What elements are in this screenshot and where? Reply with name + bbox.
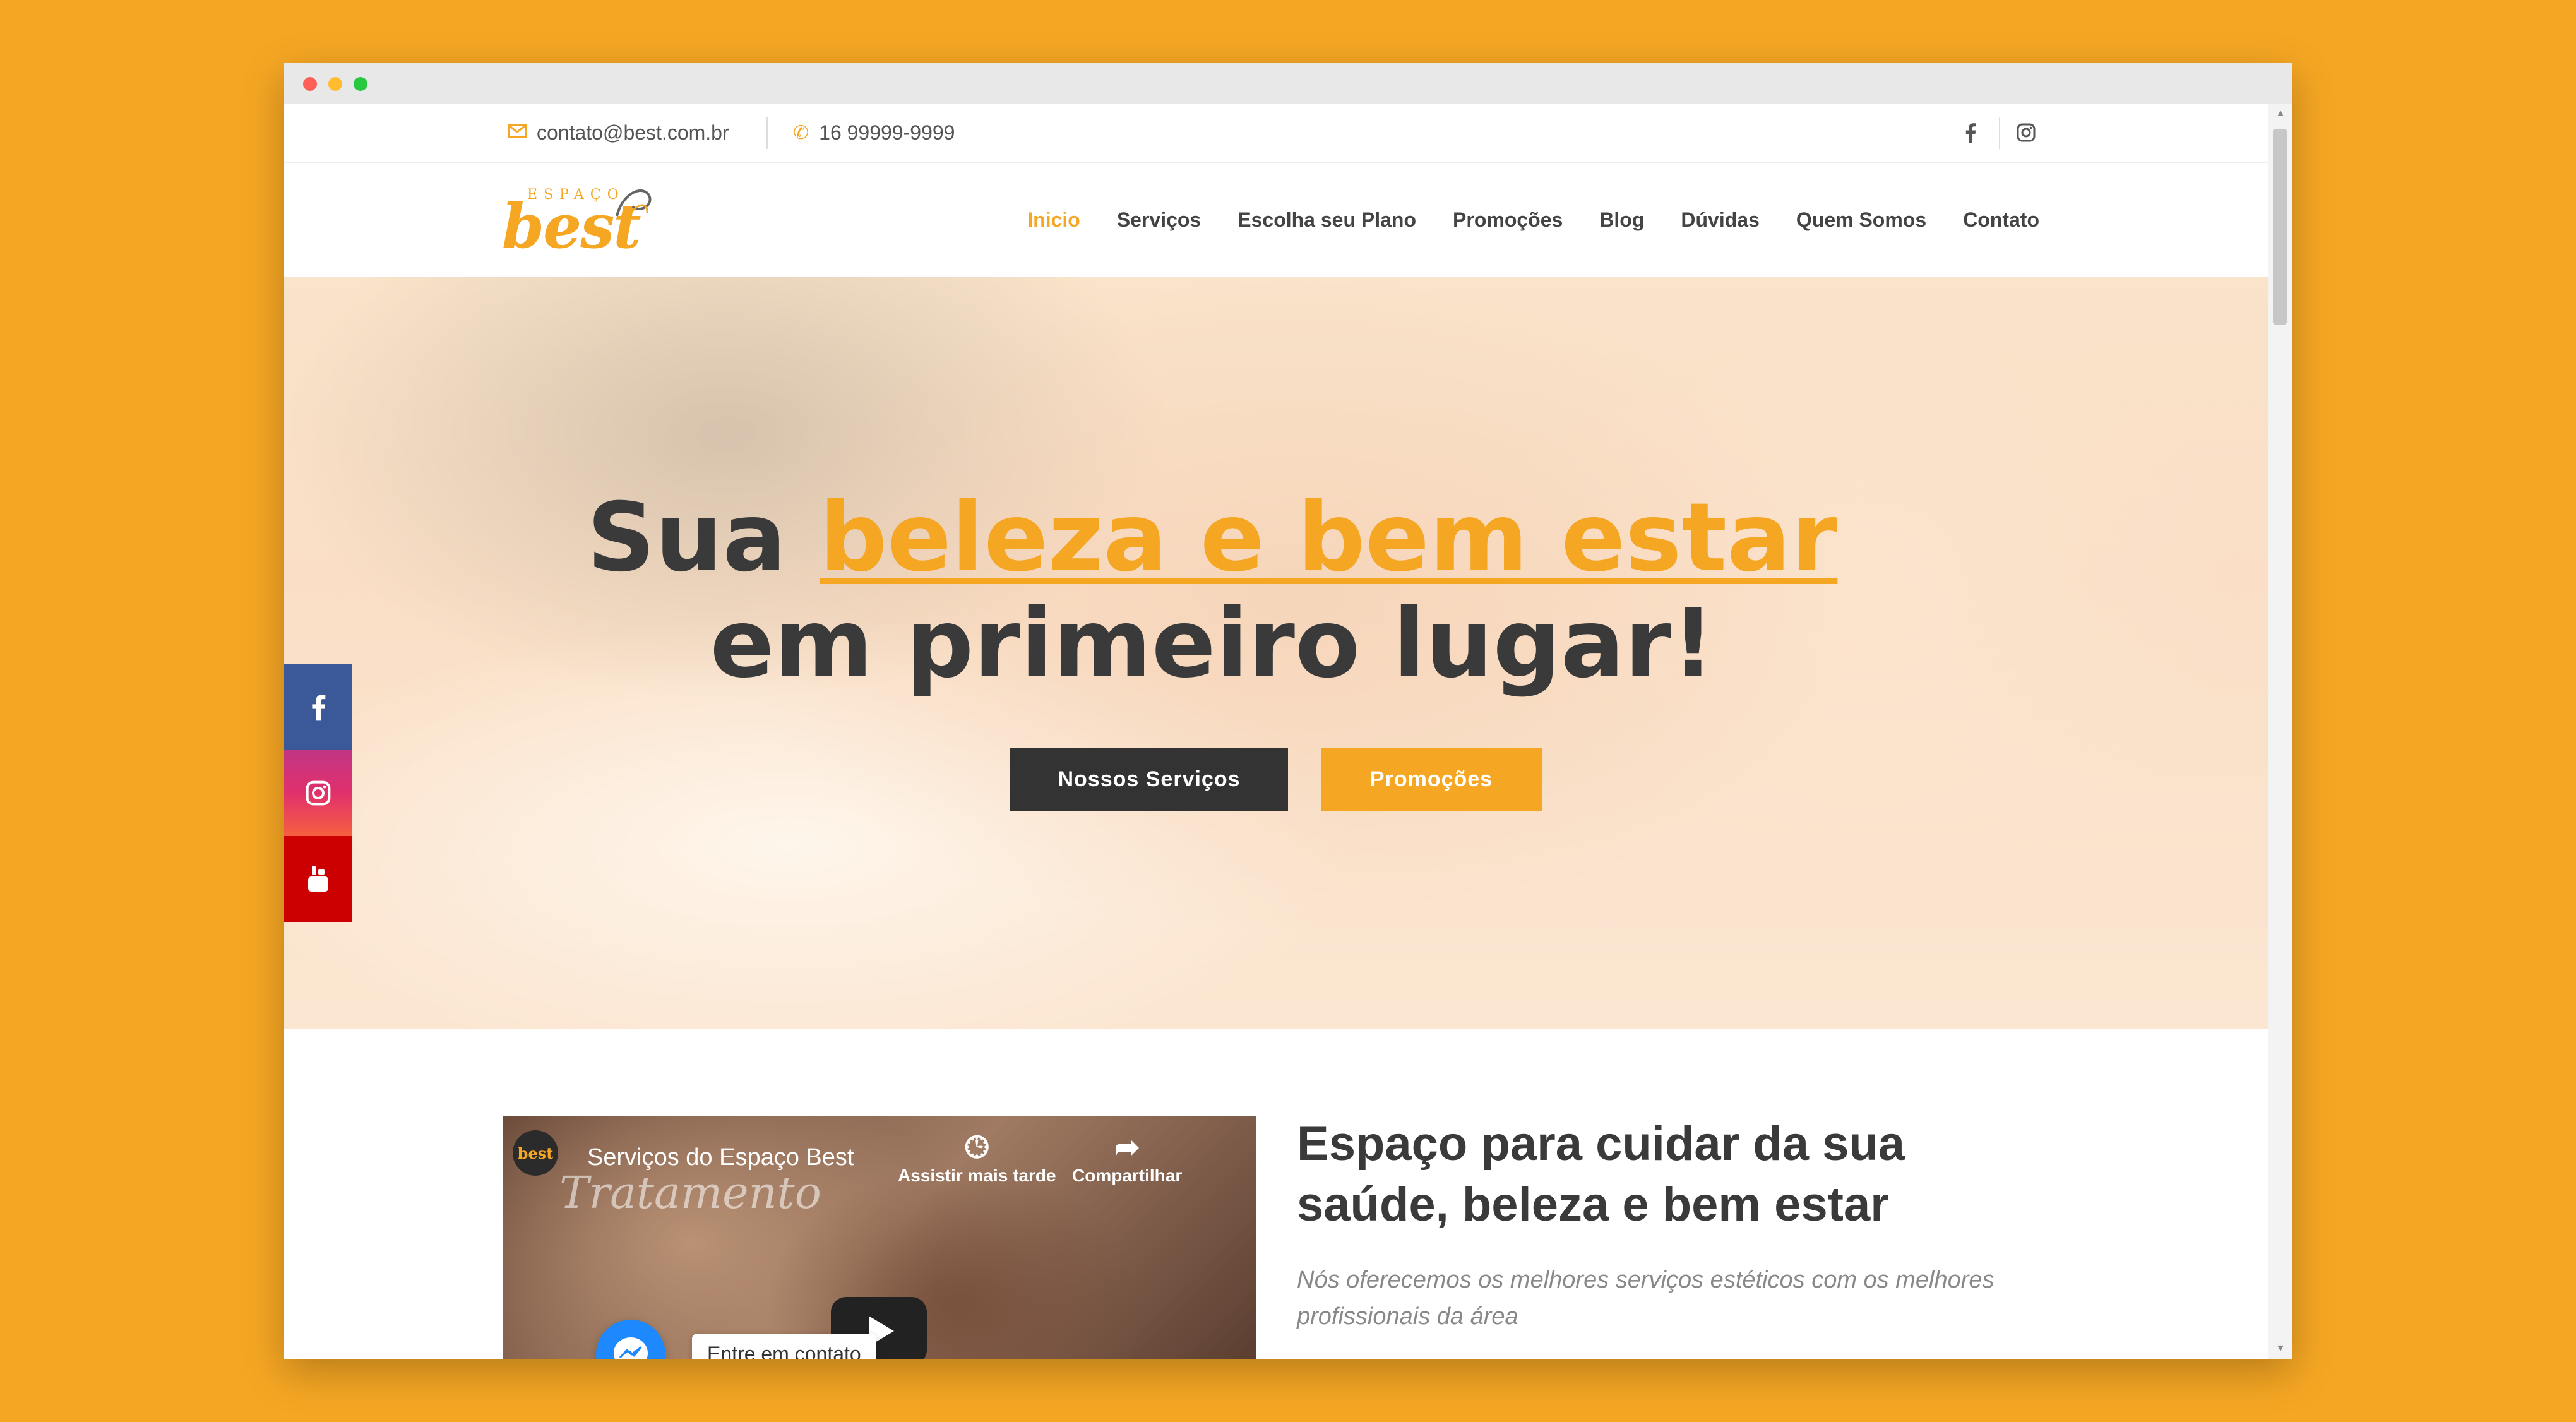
minimize-window-dot[interactable] — [328, 77, 342, 91]
scroll-down-arrow-icon[interactable]: ▼ — [2275, 1344, 2286, 1354]
close-window-dot[interactable] — [303, 77, 317, 91]
phone-text: 16 99999-9999 — [819, 121, 955, 144]
nav-item-inicio[interactable]: Inicio — [1027, 208, 1080, 232]
side-youtube-icon[interactable] — [284, 836, 352, 922]
maximize-window-dot[interactable] — [354, 77, 367, 91]
nav-item-blog[interactable]: Blog — [1599, 208, 1644, 232]
nav-item-servicos[interactable]: Serviços — [1117, 208, 1201, 232]
nav-item-escolha-plano[interactable]: Escolha seu Plano — [1237, 208, 1416, 232]
email-text: contato@best.com.br — [537, 121, 729, 144]
browser-title-bar — [284, 63, 2292, 104]
watch-later-control[interactable]: 🕒︎ Assistir mais tarde — [898, 1130, 1056, 1186]
about-title: Espaço para cuidar da sua saúde, beleza … — [1297, 1117, 1905, 1231]
hero-headline-accent: beleza e bem estar — [819, 483, 1838, 593]
services-button[interactable]: Nossos Serviços — [1010, 748, 1288, 811]
share-control[interactable]: ➦ Compartilhar — [1072, 1130, 1182, 1186]
side-facebook-icon[interactable] — [284, 664, 352, 750]
share-label: Compartilhar — [1072, 1166, 1183, 1185]
phone-icon: ✆ — [793, 122, 809, 143]
main-nav: Inicio Serviços Escolha seu Plano Promoç… — [1027, 163, 2039, 277]
nav-item-contato[interactable]: Contato — [1963, 208, 2039, 232]
instagram-icon[interactable] — [2017, 104, 2036, 162]
hero-banner: Sua beleza e bem estar em primeiro lugar… — [284, 277, 2268, 1029]
hero-headline-line2: em primeiro lugar! — [710, 589, 1715, 699]
email-contact[interactable]: contato@best.com.br — [508, 104, 729, 162]
nav-item-duvidas[interactable]: Dúvidas — [1681, 208, 1759, 232]
topbar-divider — [766, 117, 768, 149]
browser-window: contato@best.com.br ✆ 16 99999-9999 ESPA… — [284, 63, 2292, 1359]
video-channel-logo[interactable]: best — [513, 1130, 558, 1176]
scrollbar-thumb[interactable] — [2273, 129, 2287, 325]
top-contact-bar: contato@best.com.br ✆ 16 99999-9999 — [284, 104, 2268, 163]
chat-label[interactable]: Entre em contato — [692, 1334, 876, 1359]
share-arrow-icon: ➦ — [1114, 1131, 1140, 1164]
video-script-text: Tratamento — [559, 1167, 821, 1219]
page-scrollbar[interactable]: ▲ ▼ — [2268, 104, 2292, 1359]
page-viewport: contato@best.com.br ✆ 16 99999-9999 ESPA… — [284, 104, 2268, 1359]
watch-later-label: Assistir mais tarde — [898, 1166, 1056, 1185]
topbar-social-divider — [1999, 117, 2000, 149]
hero-headline-pre: Sua — [587, 483, 820, 593]
scroll-up-arrow-icon[interactable]: ▲ — [2275, 109, 2286, 119]
main-navbar: ESPAÇO best Inicio Serviços Escolha seu … — [284, 163, 2268, 277]
envelope-icon — [508, 122, 527, 143]
phone-contact[interactable]: ✆ 16 99999-9999 — [793, 104, 955, 162]
hero-headline: Sua beleza e bem estar em primeiro lugar… — [284, 485, 2140, 697]
promotions-button[interactable]: Promoções — [1321, 748, 1542, 811]
video-title[interactable]: Serviços do Espaço Best — [587, 1144, 854, 1171]
espaco-best-logo[interactable]: ESPAÇO best — [502, 178, 653, 262]
hero-buttons: Nossos Serviços Promoções — [284, 748, 2268, 811]
messenger-icon — [614, 1337, 648, 1359]
logo-swirl-icon — [616, 189, 652, 223]
side-instagram-icon[interactable] — [284, 750, 352, 836]
facebook-icon[interactable] — [1965, 104, 1976, 162]
nav-item-promocoes[interactable]: Promoções — [1453, 208, 1563, 232]
about-subtitle: Nós oferecemos os melhores serviços esté… — [1297, 1267, 1995, 1330]
clock-icon: 🕒︎ — [965, 1131, 989, 1164]
nav-item-quem-somos[interactable]: Quem Somos — [1796, 208, 1926, 232]
side-social-bar — [284, 664, 352, 922]
